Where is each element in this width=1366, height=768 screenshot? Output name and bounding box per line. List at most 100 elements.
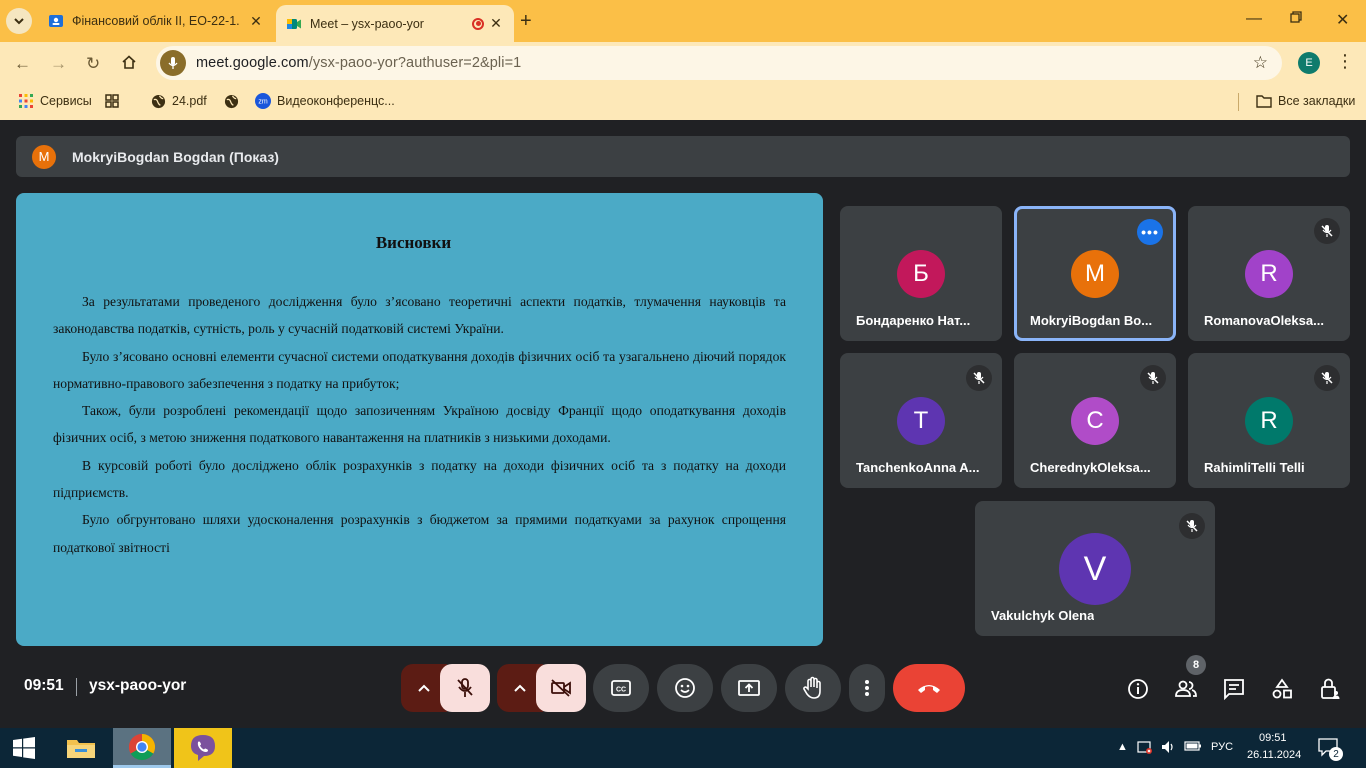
- close-tab-icon[interactable]: ✕: [488, 15, 504, 32]
- chat-button[interactable]: [1221, 676, 1247, 702]
- participant-tile[interactable]: V Vakulchyk Olena: [975, 501, 1215, 636]
- show-hidden-icons[interactable]: ▲: [1117, 741, 1128, 753]
- chrome-taskbar-button[interactable]: [113, 728, 171, 768]
- captions-button[interactable]: CC: [593, 664, 649, 712]
- bookmark-services[interactable]: Сервисы: [18, 93, 92, 109]
- svg-text:zm: zm: [258, 99, 268, 106]
- zoom-icon: zm: [255, 93, 271, 109]
- file-explorer-button[interactable]: [55, 728, 107, 768]
- meeting-time: 09:51: [24, 677, 64, 694]
- tab-title: Фінансовий облік ІІ, ЕО-22-1. Б: [72, 14, 244, 28]
- chevron-down-icon: [14, 18, 24, 25]
- participant-name: CherednykOleksa...: [1030, 460, 1151, 475]
- meet-stage: M MokryiBogdan Bogdan (Показ) Висновки З…: [0, 120, 1366, 728]
- participant-name: TanchenkoAnna A...: [856, 460, 980, 475]
- mic-off-icon: [1314, 218, 1340, 244]
- microphone-permission-icon[interactable]: [160, 50, 186, 76]
- all-bookmarks-label: Все закладки: [1278, 94, 1356, 108]
- back-icon[interactable]: ←: [14, 54, 31, 74]
- windows-taskbar: ▲ РУС 09:51 26.11.2024 2: [0, 728, 1366, 768]
- bookmark-globe[interactable]: [223, 93, 245, 109]
- avatar: Б: [897, 250, 945, 298]
- network-icon[interactable]: [1137, 739, 1153, 758]
- home-icon[interactable]: [121, 54, 137, 75]
- mic-off-icon: [1179, 513, 1205, 539]
- windows-logo-icon: [13, 737, 35, 759]
- all-bookmarks[interactable]: Все закладки: [1256, 93, 1355, 109]
- microphone-toggle-button[interactable]: [440, 664, 490, 712]
- classroom-icon: [49, 15, 63, 27]
- url-text: meet.google.com/ysx-paoo-yor?authuser=2&…: [196, 55, 522, 71]
- battery-icon[interactable]: [1184, 740, 1202, 755]
- avatar: M: [32, 144, 56, 169]
- bookmarks-divider: [1238, 93, 1239, 111]
- taskbar-time[interactable]: 09:51: [1259, 732, 1287, 744]
- participant-tile[interactable]: Б Бондаренко Нат...: [840, 206, 1002, 341]
- bookmark-tab-groups[interactable]: [104, 93, 126, 109]
- google-meet-icon: [287, 18, 301, 29]
- slide-body: За результатами проведеного дослідження …: [53, 288, 786, 561]
- restore-icon[interactable]: [1290, 10, 1302, 28]
- bookmark-star-icon[interactable]: ☆: [1253, 53, 1268, 73]
- profile-avatar[interactable]: E: [1298, 52, 1320, 74]
- present-screen-icon: [738, 680, 760, 696]
- activities-shapes-icon: [1272, 678, 1292, 699]
- browser-menu-icon[interactable]: ⋮: [1336, 51, 1354, 72]
- participant-name: RahimliTelli Telli: [1204, 460, 1305, 475]
- minimize-icon[interactable]: —: [1246, 10, 1262, 28]
- viber-taskbar-button[interactable]: [174, 728, 232, 768]
- mic-off-icon: [457, 678, 473, 697]
- bookmark-label: Видеоконференцс...: [277, 94, 395, 108]
- divider: [76, 678, 77, 696]
- leave-call-button[interactable]: [893, 664, 965, 712]
- bookmark-label: 24.pdf: [172, 94, 207, 108]
- participant-name: RomanovaOleksa...: [1204, 313, 1324, 328]
- participant-tile[interactable]: T TanchenkoAnna A...: [840, 353, 1002, 488]
- notifications-button[interactable]: 2: [1318, 738, 1343, 761]
- participant-tile-active[interactable]: ••• M MokryiBogdan Bo...: [1014, 206, 1176, 341]
- reload-icon[interactable]: ↻: [86, 54, 100, 74]
- avatar: R: [1245, 397, 1293, 445]
- tab-financial-accounting[interactable]: Фінансовий облік ІІ, ЕО-22-1. Б ✕: [38, 5, 274, 37]
- raise-hand-button[interactable]: [785, 664, 841, 712]
- tab-search-button[interactable]: [6, 8, 32, 34]
- more-options-button[interactable]: [849, 664, 885, 712]
- folder-icon: [67, 740, 95, 758]
- taskbar-date[interactable]: 26.11.2024: [1247, 749, 1301, 761]
- tab-meet[interactable]: Meet – ysx-paoo-yor ✕: [276, 5, 514, 42]
- more-vert-icon: [865, 680, 869, 696]
- notification-count: 2: [1329, 747, 1343, 761]
- camera-toggle-button[interactable]: [536, 664, 586, 712]
- forward-icon[interactable]: →: [50, 54, 67, 74]
- chevron-up-icon: [418, 684, 430, 692]
- reactions-button[interactable]: [657, 664, 713, 712]
- shared-screen: Висновки За результатами проведеного дос…: [16, 193, 823, 646]
- slide-paragraph: Було з’ясовано основні елементи сучасної…: [53, 348, 786, 391]
- present-now-button[interactable]: [721, 664, 777, 712]
- bookmark-video-conference[interactable]: zm Видеоконференцс...: [255, 93, 395, 109]
- bookmark-24pdf[interactable]: 24.pdf: [150, 93, 207, 109]
- participant-name: Бондаренко Нат...: [856, 313, 971, 328]
- new-tab-button[interactable]: +: [520, 10, 532, 33]
- avatar: M: [1071, 250, 1119, 298]
- participant-tile[interactable]: R RomanovaOleksa...: [1188, 206, 1350, 341]
- closed-captions-icon: CC: [611, 680, 631, 696]
- avatar: C: [1071, 397, 1119, 445]
- participant-tile[interactable]: R RahimliTelli Telli: [1188, 353, 1350, 488]
- participant-tile[interactable]: C CherednykOleksa...: [1014, 353, 1176, 488]
- language-indicator[interactable]: РУС: [1211, 741, 1233, 753]
- people-button[interactable]: [1173, 676, 1199, 702]
- start-button[interactable]: [0, 728, 48, 768]
- volume-icon[interactable]: [1160, 739, 1176, 758]
- meeting-details-button[interactable]: [1125, 676, 1151, 702]
- close-window-icon[interactable]: ✕: [1336, 10, 1349, 30]
- address-bar[interactable]: meet.google.com/ysx-paoo-yor?authuser=2&…: [156, 46, 1282, 80]
- activities-button[interactable]: [1269, 676, 1295, 702]
- more-options-icon[interactable]: •••: [1137, 219, 1163, 245]
- chevron-up-icon: [514, 684, 526, 692]
- slide-paragraph: Також, були розроблені рекомендації щодо…: [53, 403, 786, 446]
- host-controls-button[interactable]: [1317, 676, 1343, 702]
- close-tab-icon[interactable]: ✕: [248, 13, 264, 30]
- mic-off-icon: [966, 365, 992, 391]
- svg-text:CC: CC: [616, 687, 626, 694]
